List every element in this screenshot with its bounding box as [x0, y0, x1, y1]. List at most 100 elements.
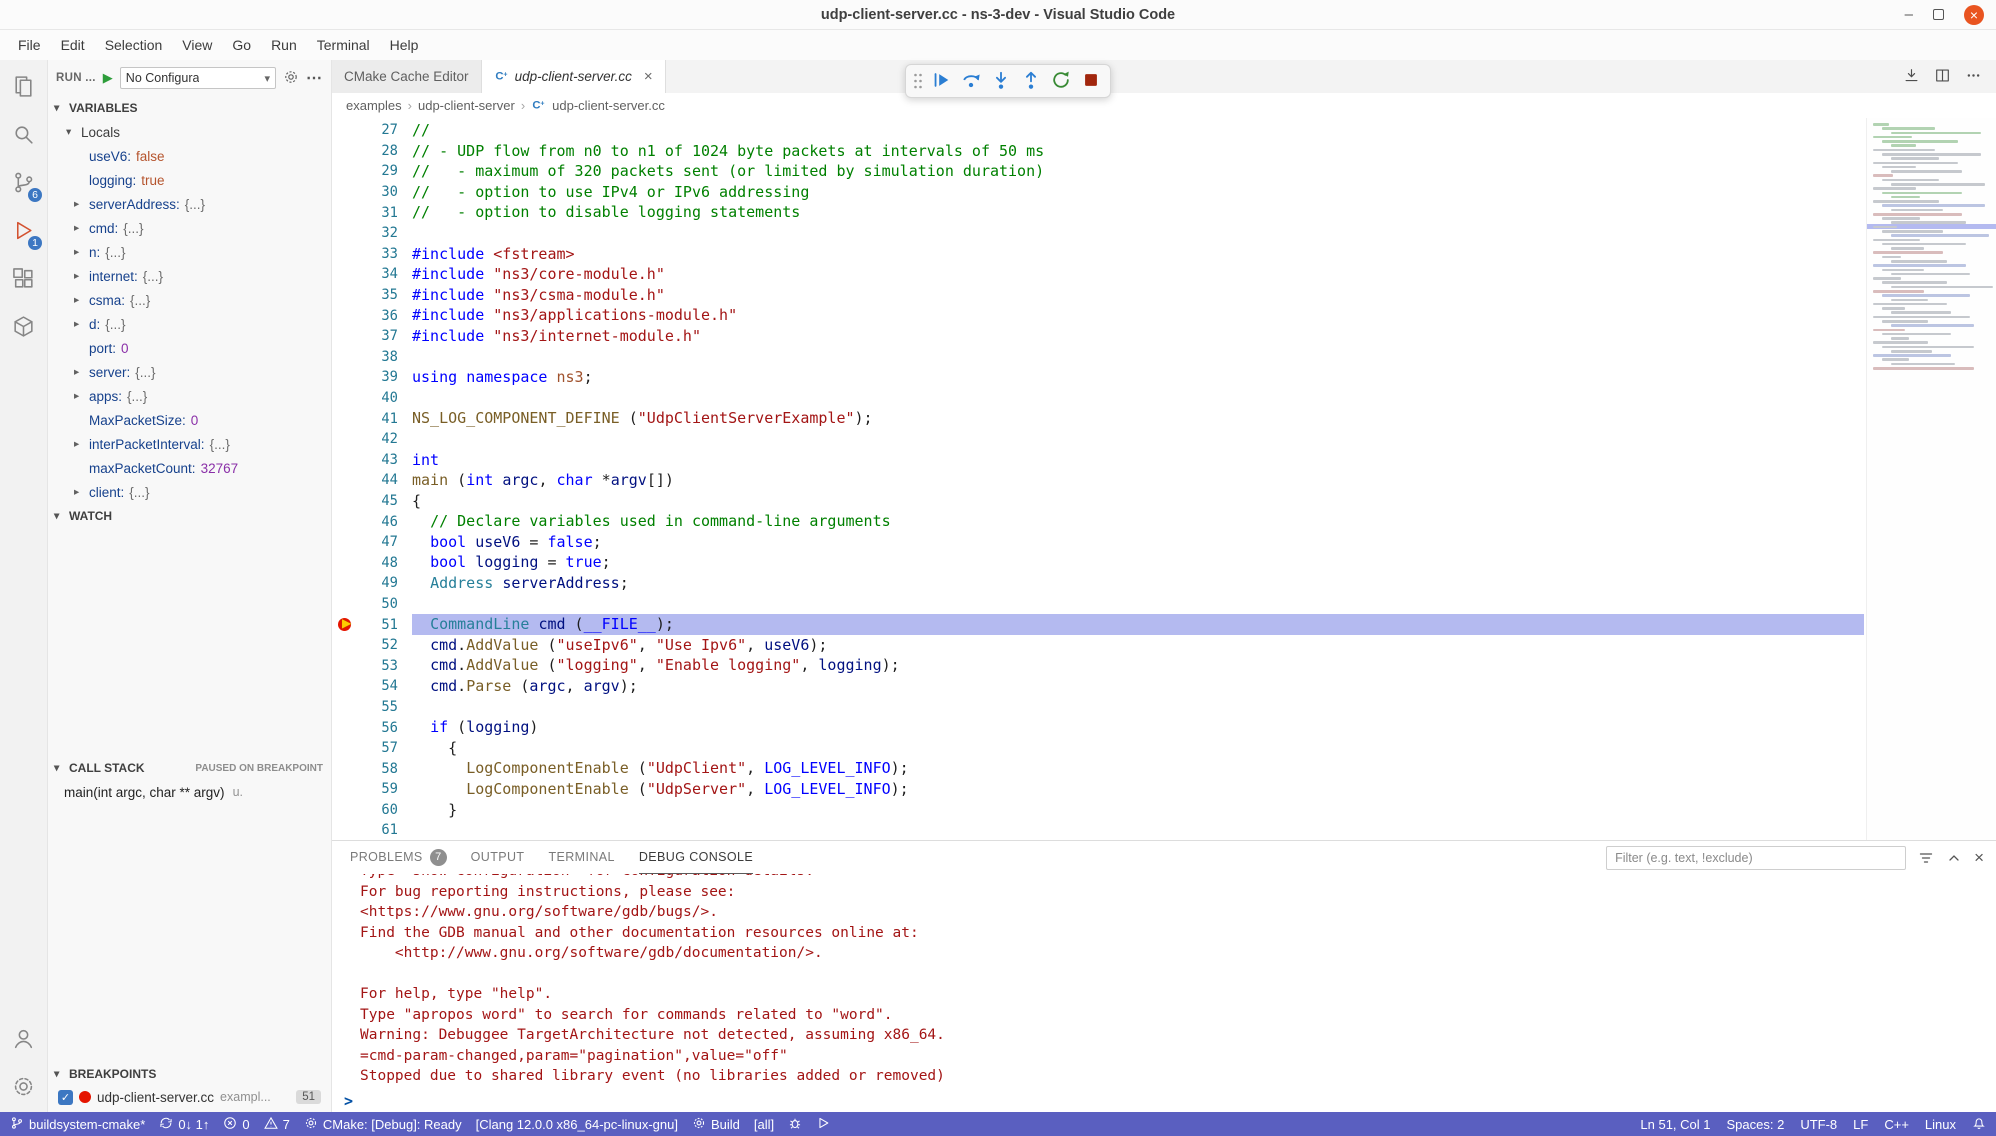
watch-section-header[interactable]: ▾ WATCH [48, 504, 331, 528]
activity-search[interactable] [0, 112, 47, 160]
scope-locals[interactable]: ▾ Locals [48, 120, 331, 144]
status-encoding[interactable]: UTF-8 [1800, 1117, 1837, 1132]
variable-row[interactable]: ▸apps:{...} [48, 384, 331, 408]
breakpoint-item[interactable]: ✓ udp-client-server.cc exampl... 51 [48, 1086, 331, 1112]
status-cmake-status[interactable]: CMake: [Debug]: Ready [304, 1116, 462, 1133]
code-line[interactable]: 31// - option to disable logging stateme… [332, 202, 1996, 223]
variable-row[interactable]: MaxPacketSize:0 [48, 408, 331, 432]
variables-section-header[interactable]: ▾ VARIABLES [48, 96, 331, 120]
debug-settings-gear-icon[interactable] [283, 69, 299, 88]
variable-row[interactable]: ▸client:{...} [48, 480, 331, 504]
code-line[interactable]: 59 LogComponentEnable ("UdpServer", LOG_… [332, 779, 1996, 800]
code-line[interactable]: 43int [332, 450, 1996, 471]
code-line[interactable]: 28// - UDP flow from n0 to n1 of 1024 by… [332, 141, 1996, 162]
code-line[interactable]: 55 [332, 697, 1996, 718]
split-editor-button[interactable] [1934, 67, 1951, 87]
minimize-button[interactable]: – [1905, 6, 1913, 23]
variable-row[interactable]: logging:true [48, 168, 331, 192]
variable-row[interactable]: ▸serverAddress:{...} [48, 192, 331, 216]
variable-row[interactable]: ▸n:{...} [48, 240, 331, 264]
variable-row[interactable]: ▸cmd:{...} [48, 216, 331, 240]
breakpoint-checkbox[interactable]: ✓ [58, 1090, 73, 1105]
close-icon[interactable]: × [644, 68, 653, 85]
status-remote-os[interactable]: Linux [1925, 1117, 1956, 1132]
code-line[interactable]: 38 [332, 347, 1996, 368]
breadcrumb-item[interactable]: udp-client-server [418, 98, 515, 113]
code-line[interactable]: 47 bool useV6 = false; [332, 532, 1996, 553]
code-line[interactable]: 52 cmd.AddValue ("useIpv6", "Use Ipv6", … [332, 635, 1996, 656]
code-line[interactable]: 39using namespace ns3; [332, 367, 1996, 388]
code-line[interactable]: 29// - maximum of 320 packets sent (or l… [332, 161, 1996, 182]
status-errors-count[interactable]: 0 [223, 1116, 249, 1133]
drag-handle-icon[interactable] [912, 72, 924, 90]
code-editor[interactable]: 27//28// - UDP flow from n0 to n1 of 102… [332, 118, 1996, 840]
continue-button[interactable] [928, 68, 954, 94]
menu-run[interactable]: Run [261, 34, 307, 56]
stop-button[interactable] [1078, 68, 1104, 94]
activity-extensions[interactable] [0, 256, 47, 304]
code-line[interactable]: ▶51 CommandLine cmd (__FILE__); [332, 614, 1996, 635]
more-actions-icon[interactable]: ⋯ [306, 68, 323, 88]
code-line[interactable]: 41NS_LOG_COMPONENT_DEFINE ("UdpClientSer… [332, 408, 1996, 429]
filter-icon[interactable] [1918, 850, 1934, 866]
tab-cmake-cache-editor[interactable]: CMake Cache Editor [332, 60, 482, 93]
variable-row[interactable]: port:0 [48, 336, 331, 360]
status-cmake-build[interactable]: Build [692, 1116, 740, 1133]
code-line[interactable]: 35#include "ns3/csma-module.h" [332, 285, 1996, 306]
activity-settings[interactable] [0, 1064, 47, 1112]
code-line[interactable]: 44main (int argc, char *argv[]) [332, 470, 1996, 491]
minimap[interactable] [1866, 118, 1996, 840]
console-filter-input[interactable] [1606, 846, 1906, 870]
step-over-button[interactable] [958, 68, 984, 94]
code-line[interactable]: 46 // Declare variables used in command-… [332, 511, 1996, 532]
menu-view[interactable]: View [172, 34, 222, 56]
menu-help[interactable]: Help [380, 34, 429, 56]
code-line[interactable]: 34#include "ns3/core-module.h" [332, 264, 1996, 285]
code-line[interactable]: 32 [332, 223, 1996, 244]
status-eol[interactable]: LF [1853, 1117, 1868, 1132]
status-warnings-count[interactable]: 7 [264, 1116, 290, 1133]
panel-tab-debug-console[interactable]: DEBUG CONSOLE [639, 841, 753, 874]
code-line[interactable]: 33#include <fstream> [332, 244, 1996, 265]
breadcrumb-item[interactable]: examples [346, 98, 402, 113]
restart-button[interactable] [1048, 68, 1074, 94]
debug-console-output[interactable]: Type "show configuration" for configurat… [332, 874, 1996, 1090]
call-stack-frame[interactable]: main(int argc, char ** argv) u. [48, 780, 331, 804]
code-line[interactable]: 30// - option to use IPv4 or IPv6 addres… [332, 182, 1996, 203]
code-line[interactable]: 27// [332, 120, 1996, 141]
download-button[interactable] [1903, 67, 1920, 87]
variable-row[interactable]: ▸interPacketInterval:{...} [48, 432, 331, 456]
activity-run-and-debug[interactable]: 1 [0, 208, 47, 256]
debug-console-input[interactable]: > [332, 1090, 1996, 1112]
menu-edit[interactable]: Edit [51, 34, 95, 56]
code-line[interactable]: 54 cmd.Parse (argc, argv); [332, 676, 1996, 697]
code-line[interactable]: 49 Address serverAddress; [332, 573, 1996, 594]
code-line[interactable]: 50 [332, 594, 1996, 615]
activity-source-control[interactable]: 6 [0, 160, 47, 208]
status-cmake-run[interactable] [816, 1116, 830, 1133]
variable-row[interactable]: ▸d:{...} [48, 312, 331, 336]
variable-row[interactable]: ▸csma:{...} [48, 288, 331, 312]
status-notifications[interactable] [1972, 1116, 1986, 1133]
maximize-panel-icon[interactable] [1946, 850, 1962, 866]
code-line[interactable]: 57 { [332, 738, 1996, 759]
status-sync-changes[interactable]: 0↓ 1↑ [159, 1116, 209, 1133]
close-panel-icon[interactable]: × [1974, 848, 1984, 868]
variable-row[interactable]: ▸server:{...} [48, 360, 331, 384]
call-stack-section-header[interactable]: ▾ CALL STACK PAUSED ON BREAKPOINT [48, 756, 331, 780]
variable-row[interactable]: ▸internet:{...} [48, 264, 331, 288]
code-line[interactable]: 48 bool logging = true; [332, 552, 1996, 573]
variable-row[interactable]: maxPacketCount:32767 [48, 456, 331, 480]
code-line[interactable]: 36#include "ns3/applications-module.h" [332, 305, 1996, 326]
step-into-button[interactable] [988, 68, 1014, 94]
code-line[interactable]: 58 LogComponentEnable ("UdpClient", LOG_… [332, 758, 1996, 779]
status-git-branch[interactable]: buildsystem-cmake* [10, 1116, 145, 1133]
code-line[interactable]: 45{ [332, 491, 1996, 512]
breadcrumb-item[interactable]: udp-client-server.cc [552, 98, 665, 113]
activity-account[interactable] [0, 1016, 47, 1064]
menu-terminal[interactable]: Terminal [307, 34, 380, 56]
code-line[interactable]: 60 } [332, 800, 1996, 821]
tab-udp-client-server-cc[interactable]: C+udp-client-server.cc× [482, 60, 666, 93]
code-line[interactable]: 56 if (logging) [332, 717, 1996, 738]
start-debug-icon[interactable]: ▶ [103, 70, 113, 86]
